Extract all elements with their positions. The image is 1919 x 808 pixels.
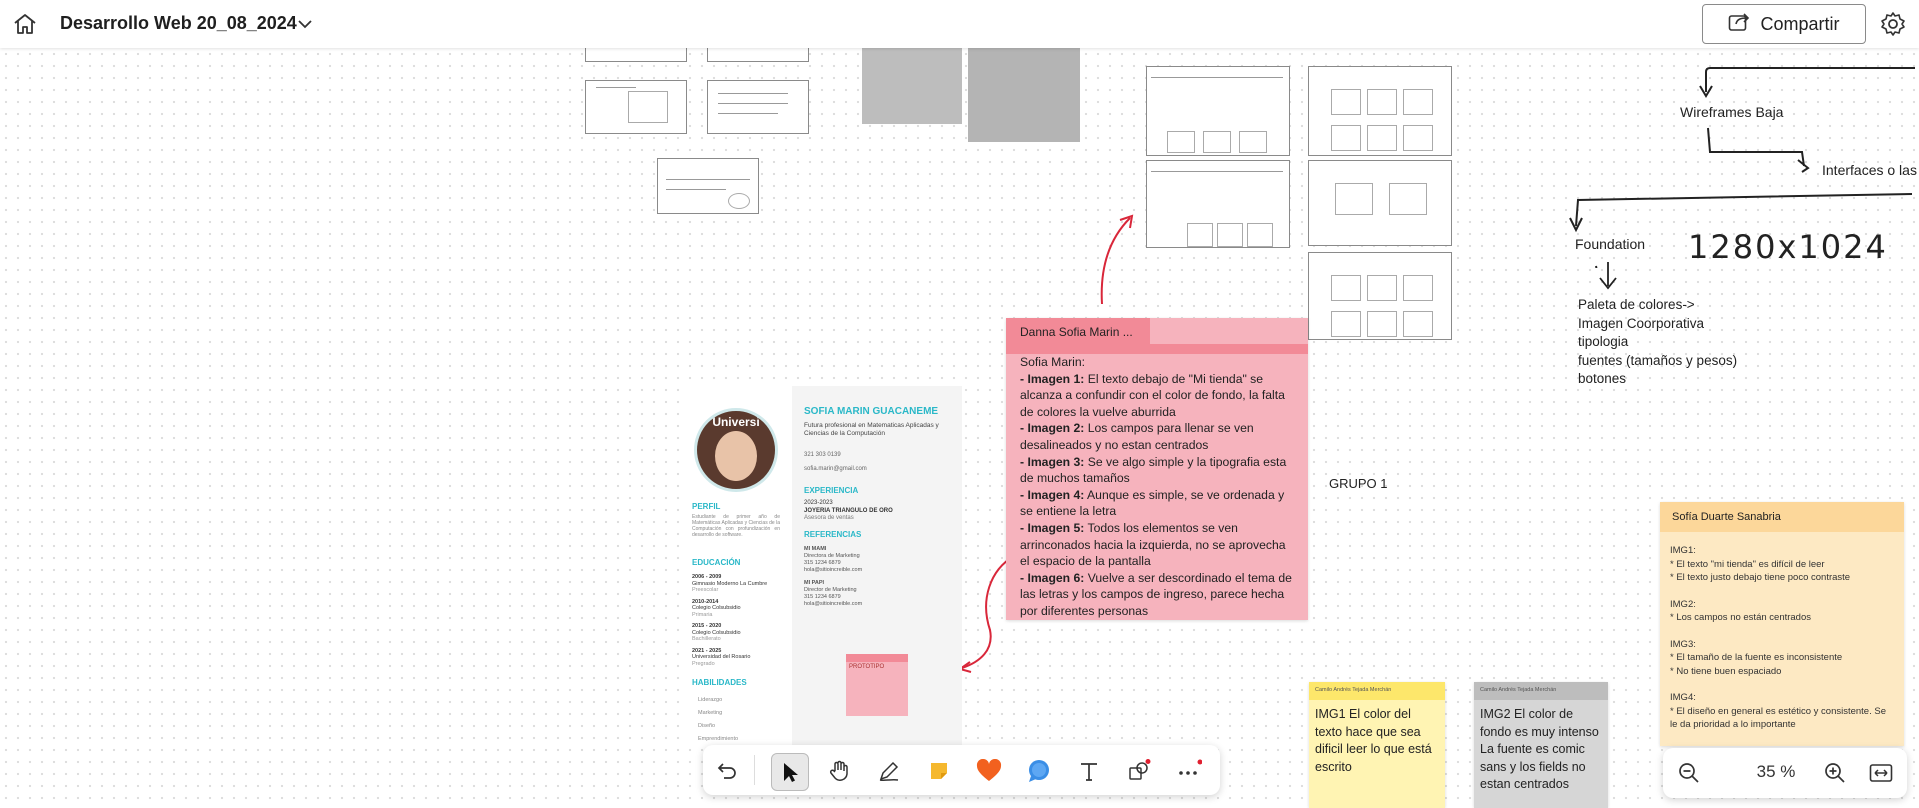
sticky-author: Danna Sofia Marin ... — [1006, 318, 1150, 346]
comment-icon[interactable] — [1021, 753, 1057, 789]
sticky-author: Camilo Andrés Tejada Merchán — [1474, 682, 1608, 700]
handwritten-resolution[interactable]: 1280x1024 — [1688, 228, 1888, 266]
foundation-list[interactable]: Paleta de colores-> Imagen Coorporativa … — [1578, 296, 1737, 389]
sticky-note-danna[interactable]: Danna Sofia Marin ... Sofia Marin: - Ima… — [1006, 318, 1308, 620]
zoom-level[interactable]: 35 % — [1741, 762, 1811, 782]
zoom-out-icon[interactable] — [1677, 761, 1701, 790]
flow-node-foundation[interactable]: Foundation — [1575, 236, 1645, 252]
chevron-down-icon[interactable] — [295, 14, 315, 34]
foundation-item: Imagen Coorporativa — [1578, 315, 1705, 331]
cv-name: SOFIA MARIN GUACANEME — [804, 406, 939, 417]
foundation-item: Paleta de colores-> — [1578, 297, 1695, 312]
zoom-controls: 35 % — [1663, 748, 1907, 798]
bottom-toolbar — [703, 745, 1220, 795]
flow-node-interfaces[interactable]: Interfaces o las — [1822, 162, 1917, 178]
foundation-item: tipologia — [1578, 334, 1629, 349]
sticky-note-sofia[interactable]: Sofía Duarte Sanabria IMG1: * El texto "… — [1660, 502, 1904, 746]
board-title[interactable]: Desarrollo Web 20_08_2024 — [60, 13, 297, 34]
more-options-icon[interactable] — [1171, 753, 1207, 789]
home-icon[interactable] — [12, 12, 38, 36]
pen-icon[interactable] — [871, 753, 907, 789]
foundation-item: botones — [1578, 371, 1627, 386]
arrow-down-icon — [1599, 262, 1617, 290]
share-icon — [1728, 12, 1750, 37]
cv-habilidades-title: HABILIDADES — [692, 678, 747, 687]
sticky-body: IMG1 El color del texto hace que sea dif… — [1315, 707, 1432, 774]
zoom-in-icon[interactable] — [1823, 761, 1847, 790]
flow-node-wireframes[interactable]: Wireframes Baja — [1680, 104, 1783, 120]
share-label: Compartir — [1760, 13, 1840, 34]
wireframe-card[interactable] — [1146, 66, 1290, 156]
undo-icon[interactable] — [709, 753, 745, 789]
sticky-body: IMG1: * El texto "mi tienda" es difícil … — [1670, 545, 1886, 730]
sticky-note-icon[interactable] — [921, 753, 957, 789]
foundation-item: fuentes (tamaños y pesos) — [1578, 352, 1738, 368]
cv-email: sofia.marin@gmail.com — [804, 466, 867, 472]
wireframe-card[interactable] — [1308, 252, 1452, 340]
hand-icon[interactable] — [821, 753, 857, 789]
group-label[interactable]: GRUPO 1 — [1329, 476, 1388, 491]
cv-perfil-title: PERFIL — [692, 502, 721, 511]
wireframe-card[interactable] — [1308, 160, 1452, 246]
sticky-body: IMG2 El color de fondo es muy intenso La… — [1480, 707, 1599, 791]
cv-perfil-text: Estudiante de primer año de Matemáticas … — [692, 514, 780, 538]
sticky-author: Camilo Andrés Tejada Merchán — [1309, 682, 1445, 700]
cv-document[interactable]: Universi SOFIA MARIN GUACANEME Futura pr… — [680, 386, 962, 746]
cv-referencias-title: REFERENCIAS — [804, 530, 862, 539]
shapes-icon[interactable] — [1121, 753, 1157, 789]
cv-subtitle: Futura profesional en Matematicas Aplica… — [804, 422, 939, 437]
sticky-body: Sofia Marin: - Imagen 1: El texto debajo… — [1020, 355, 1292, 618]
sketch-photo[interactable] — [862, 48, 962, 124]
fit-to-screen-icon[interactable] — [1869, 762, 1893, 789]
sketch-wireframe[interactable] — [585, 80, 687, 134]
cv-mini-sticky[interactable]: PROTOTIPO — [846, 654, 908, 716]
cv-experiencia-title: EXPERIENCIA — [804, 486, 859, 495]
select-pointer-icon[interactable] — [771, 753, 809, 791]
toolbar-divider — [754, 755, 755, 785]
cv-referencias: MI MAMI Directora de Marketing 315 1234 … — [804, 546, 863, 607]
wireframe-card[interactable] — [1308, 66, 1452, 156]
sticky-note-camilo-2[interactable]: Camilo Andrés Tejada Merchán IMG2 El col… — [1474, 682, 1608, 808]
cv-photo-text: Universi — [712, 415, 760, 429]
cv-educacion-title: EDUCACIÓN — [692, 558, 741, 567]
sticky-author: Sofía Duarte Sanabria — [1660, 502, 1904, 532]
sketch-photo[interactable] — [968, 48, 1080, 142]
share-button[interactable]: Compartir — [1702, 4, 1866, 44]
sketch-wireframe[interactable] — [657, 158, 759, 214]
wireframe-card[interactable] — [1146, 160, 1290, 248]
cv-photo: Universi — [694, 408, 778, 492]
sticky-note-camilo-1[interactable]: Camilo Andrés Tejada Merchán IMG1 El col… — [1309, 682, 1445, 808]
cv-phone: 321 303 0139 — [804, 452, 841, 458]
cv-habilidades: Liderazgo Marketing Diseño Emprendimiento — [698, 697, 739, 742]
sketch-wireframe[interactable] — [707, 80, 809, 134]
reaction-heart-icon[interactable] — [971, 753, 1007, 789]
cv-experiencia: 2023-2023 JOYERIA TRIANGULO DE ORO Aseso… — [804, 500, 893, 521]
gear-icon[interactable] — [1880, 11, 1906, 37]
text-icon[interactable] — [1071, 753, 1107, 789]
cv-educacion: 2006 - 2009 Gimnasio Moderno La Cumbre Pre… — [692, 574, 768, 667]
top-bar: Desarrollo Web 20_08_2024 Compartir — [0, 0, 1919, 48]
